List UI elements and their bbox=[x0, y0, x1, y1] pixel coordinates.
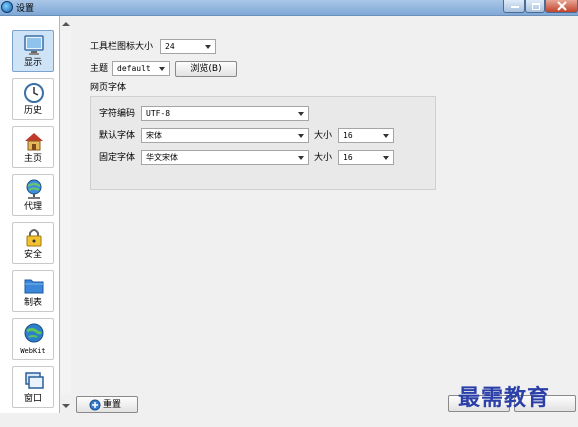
sidebar-item-label: 主页 bbox=[23, 154, 42, 164]
sidebar-item-display[interactable]: 显示 bbox=[12, 30, 54, 72]
monitor-icon bbox=[24, 35, 44, 55]
fixed-font-value: 华文宋体 bbox=[146, 153, 178, 162]
encoding-label: 字符编码 bbox=[99, 109, 136, 119]
default-font-size-label: 大小 bbox=[314, 131, 333, 141]
sidebar-item-label: WebKit bbox=[20, 347, 46, 355]
sidebar-item-webkit[interactable]: WebKit bbox=[12, 318, 54, 360]
encoding-value: UTF-8 bbox=[146, 109, 171, 118]
sidebar-item-history[interactable]: 历史 bbox=[12, 78, 54, 120]
browse-button[interactable]: 浏览(B) bbox=[175, 61, 237, 77]
maximize-icon bbox=[532, 3, 540, 10]
chevron-down-icon bbox=[298, 156, 304, 160]
watermark-text: 最需教育 bbox=[458, 385, 551, 411]
sidebar-item-security[interactable]: 安全 bbox=[12, 222, 54, 264]
sidebar-item-home[interactable]: 主页 bbox=[12, 126, 54, 168]
sidebar-item-label: 制表 bbox=[23, 298, 42, 308]
fixed-font-size-select[interactable]: 16 bbox=[338, 150, 394, 165]
window-icon bbox=[25, 372, 44, 389]
chevron-down-icon bbox=[298, 134, 304, 138]
settings-panel: 工具栏图标大小 24 主题 default 浏览(B) 网页字体 字符编码 UT… bbox=[72, 16, 578, 413]
default-font-size-select[interactable]: 16 bbox=[338, 128, 394, 143]
reset-icon bbox=[89, 399, 101, 411]
web-fonts-group: 字符编码 UTF-8 默认字体 宋体 大小 16 固定字体 华文宋体 大小 16 bbox=[90, 96, 436, 190]
sidebar-item-label: 显示 bbox=[23, 58, 42, 68]
minimize-icon bbox=[511, 6, 519, 8]
toolbar-icon-size-value: 24 bbox=[165, 42, 175, 51]
toolbar-icon-size-label: 工具栏图标大小 bbox=[90, 42, 154, 52]
reset-button-label: 重置 bbox=[103, 400, 122, 410]
fixed-font-select[interactable]: 华文宋体 bbox=[141, 150, 309, 165]
sidebar-item-label: 窗口 bbox=[23, 394, 42, 404]
theme-label: 主题 bbox=[90, 64, 109, 74]
toolbar-icon-size-select[interactable]: 24 bbox=[160, 39, 216, 54]
chevron-down-icon bbox=[159, 67, 165, 71]
maximize-button[interactable] bbox=[525, 0, 545, 13]
sidebar-item-label: 历史 bbox=[23, 106, 42, 116]
close-icon bbox=[557, 1, 567, 11]
webkit-globe-icon bbox=[24, 323, 44, 343]
lock-icon bbox=[26, 229, 42, 247]
sidebar-item-proxy[interactable]: 代理 bbox=[12, 174, 54, 216]
theme-value: default bbox=[117, 64, 151, 73]
reset-button[interactable]: 重置 bbox=[76, 396, 138, 413]
scroll-down-button[interactable] bbox=[61, 400, 71, 412]
title-bar: 设置 bbox=[0, 0, 578, 16]
default-font-value: 宋体 bbox=[146, 131, 162, 140]
app-icon bbox=[1, 1, 13, 13]
sidebar-item-label: 安全 bbox=[23, 250, 42, 260]
default-font-size-value: 16 bbox=[343, 131, 353, 140]
encoding-select[interactable]: UTF-8 bbox=[141, 106, 309, 121]
folder-icon bbox=[24, 279, 44, 294]
chevron-down-icon bbox=[298, 112, 304, 116]
sidebar: 显示 历史 主页 代理 安全 制表 WebKit 窗口 bbox=[0, 16, 60, 413]
globe-network-icon bbox=[26, 179, 42, 199]
chevron-down-icon bbox=[383, 134, 389, 138]
fixed-font-label: 固定字体 bbox=[99, 153, 136, 163]
sidebar-scrollbar[interactable] bbox=[61, 30, 71, 394]
chevron-down-icon bbox=[383, 156, 389, 160]
chevron-down-icon bbox=[205, 45, 211, 49]
fixed-font-size-label: 大小 bbox=[314, 153, 333, 163]
close-button[interactable] bbox=[545, 0, 578, 13]
theme-select[interactable]: default bbox=[112, 61, 170, 76]
scroll-up-button[interactable] bbox=[61, 18, 71, 30]
window-title: 设置 bbox=[16, 4, 35, 14]
sidebar-item-label: 代理 bbox=[23, 202, 42, 212]
default-font-select[interactable]: 宋体 bbox=[141, 128, 309, 143]
minimize-button[interactable] bbox=[503, 0, 525, 13]
home-icon bbox=[25, 133, 43, 151]
fixed-font-size-value: 16 bbox=[343, 153, 353, 162]
clock-icon bbox=[24, 83, 44, 103]
web-fonts-group-label: 网页字体 bbox=[90, 83, 127, 93]
sidebar-item-window[interactable]: 窗口 bbox=[12, 366, 54, 408]
default-font-label: 默认字体 bbox=[99, 131, 136, 141]
sidebar-item-tabs[interactable]: 制表 bbox=[12, 270, 54, 312]
